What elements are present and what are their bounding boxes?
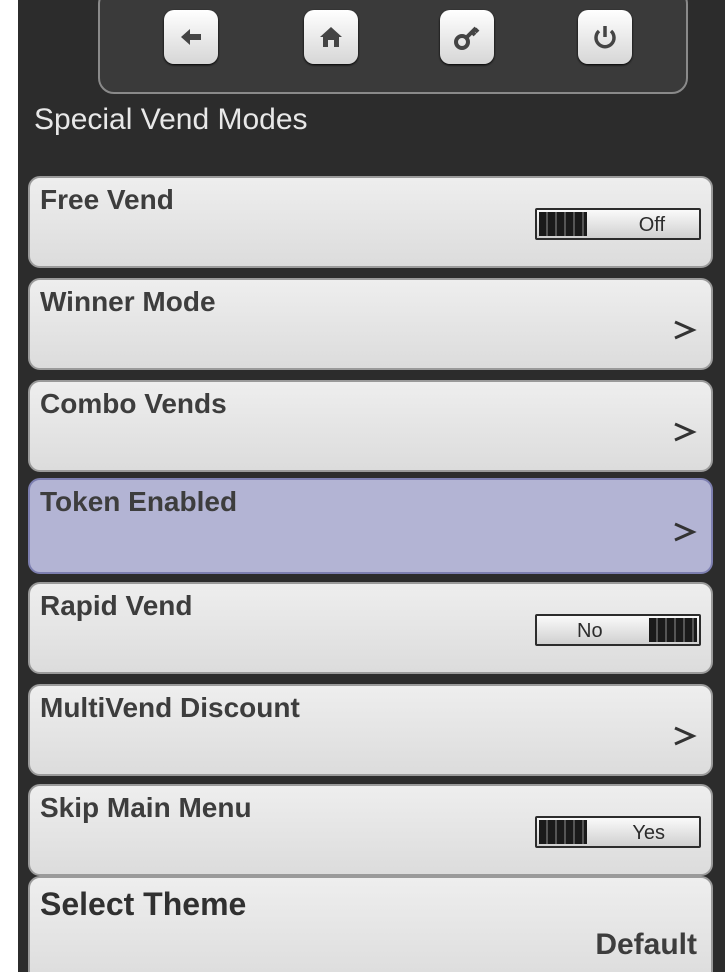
toggle-value: Off [638, 214, 665, 236]
screen: Special Vend Modes Free Vend Off Winner … [18, 0, 725, 972]
setting-label: Skip Main Menu [40, 792, 252, 823]
key-button[interactable] [440, 10, 494, 64]
toggle-knob [539, 212, 587, 236]
setting-label: Combo Vends [40, 388, 227, 419]
setting-skip-main-menu[interactable]: Skip Main Menu Yes [28, 784, 713, 876]
setting-label: Free Vend [40, 184, 174, 215]
skip-main-menu-toggle[interactable]: Yes [535, 816, 701, 848]
setting-label: Winner Mode [40, 286, 216, 317]
chevron-right-icon [674, 522, 697, 542]
rapid-vend-toggle[interactable]: No [535, 614, 701, 646]
setting-rapid-vend[interactable]: Rapid Vend No [28, 582, 713, 674]
page-title: Special Vend Modes [34, 103, 308, 136]
power-button[interactable] [578, 10, 632, 64]
setting-select-theme[interactable]: Select Theme Default [28, 876, 713, 972]
chevron-right-icon [674, 422, 697, 442]
toggle-knob [539, 820, 587, 844]
setting-combo-vends[interactable]: Combo Vends [28, 380, 713, 472]
chevron-right-icon [674, 320, 697, 340]
setting-winner-mode[interactable]: Winner Mode [28, 278, 713, 370]
power-icon [594, 26, 616, 49]
setting-label: Token Enabled [40, 486, 238, 517]
setting-label: Select Theme [40, 886, 247, 922]
toggle-knob [649, 618, 697, 642]
home-button[interactable] [304, 10, 358, 64]
setting-multivend-discount[interactable]: MultiVend Discount [28, 684, 713, 776]
setting-token-enabled[interactable]: Token Enabled [28, 478, 713, 574]
home-icon [320, 27, 342, 47]
nav-bar [98, 0, 688, 94]
setting-free-vend[interactable]: Free Vend Off [28, 176, 713, 268]
setting-label: MultiVend Discount [40, 692, 300, 723]
back-button[interactable] [164, 10, 218, 64]
chevron-right-icon [674, 726, 697, 746]
key-icon [454, 26, 480, 50]
free-vend-toggle[interactable]: Off [535, 208, 701, 240]
theme-value: Default [595, 928, 697, 961]
toggle-value: No [577, 620, 603, 642]
back-arrow-icon [181, 29, 201, 45]
toggle-value: Yes [632, 822, 665, 844]
setting-label: Rapid Vend [40, 590, 193, 621]
